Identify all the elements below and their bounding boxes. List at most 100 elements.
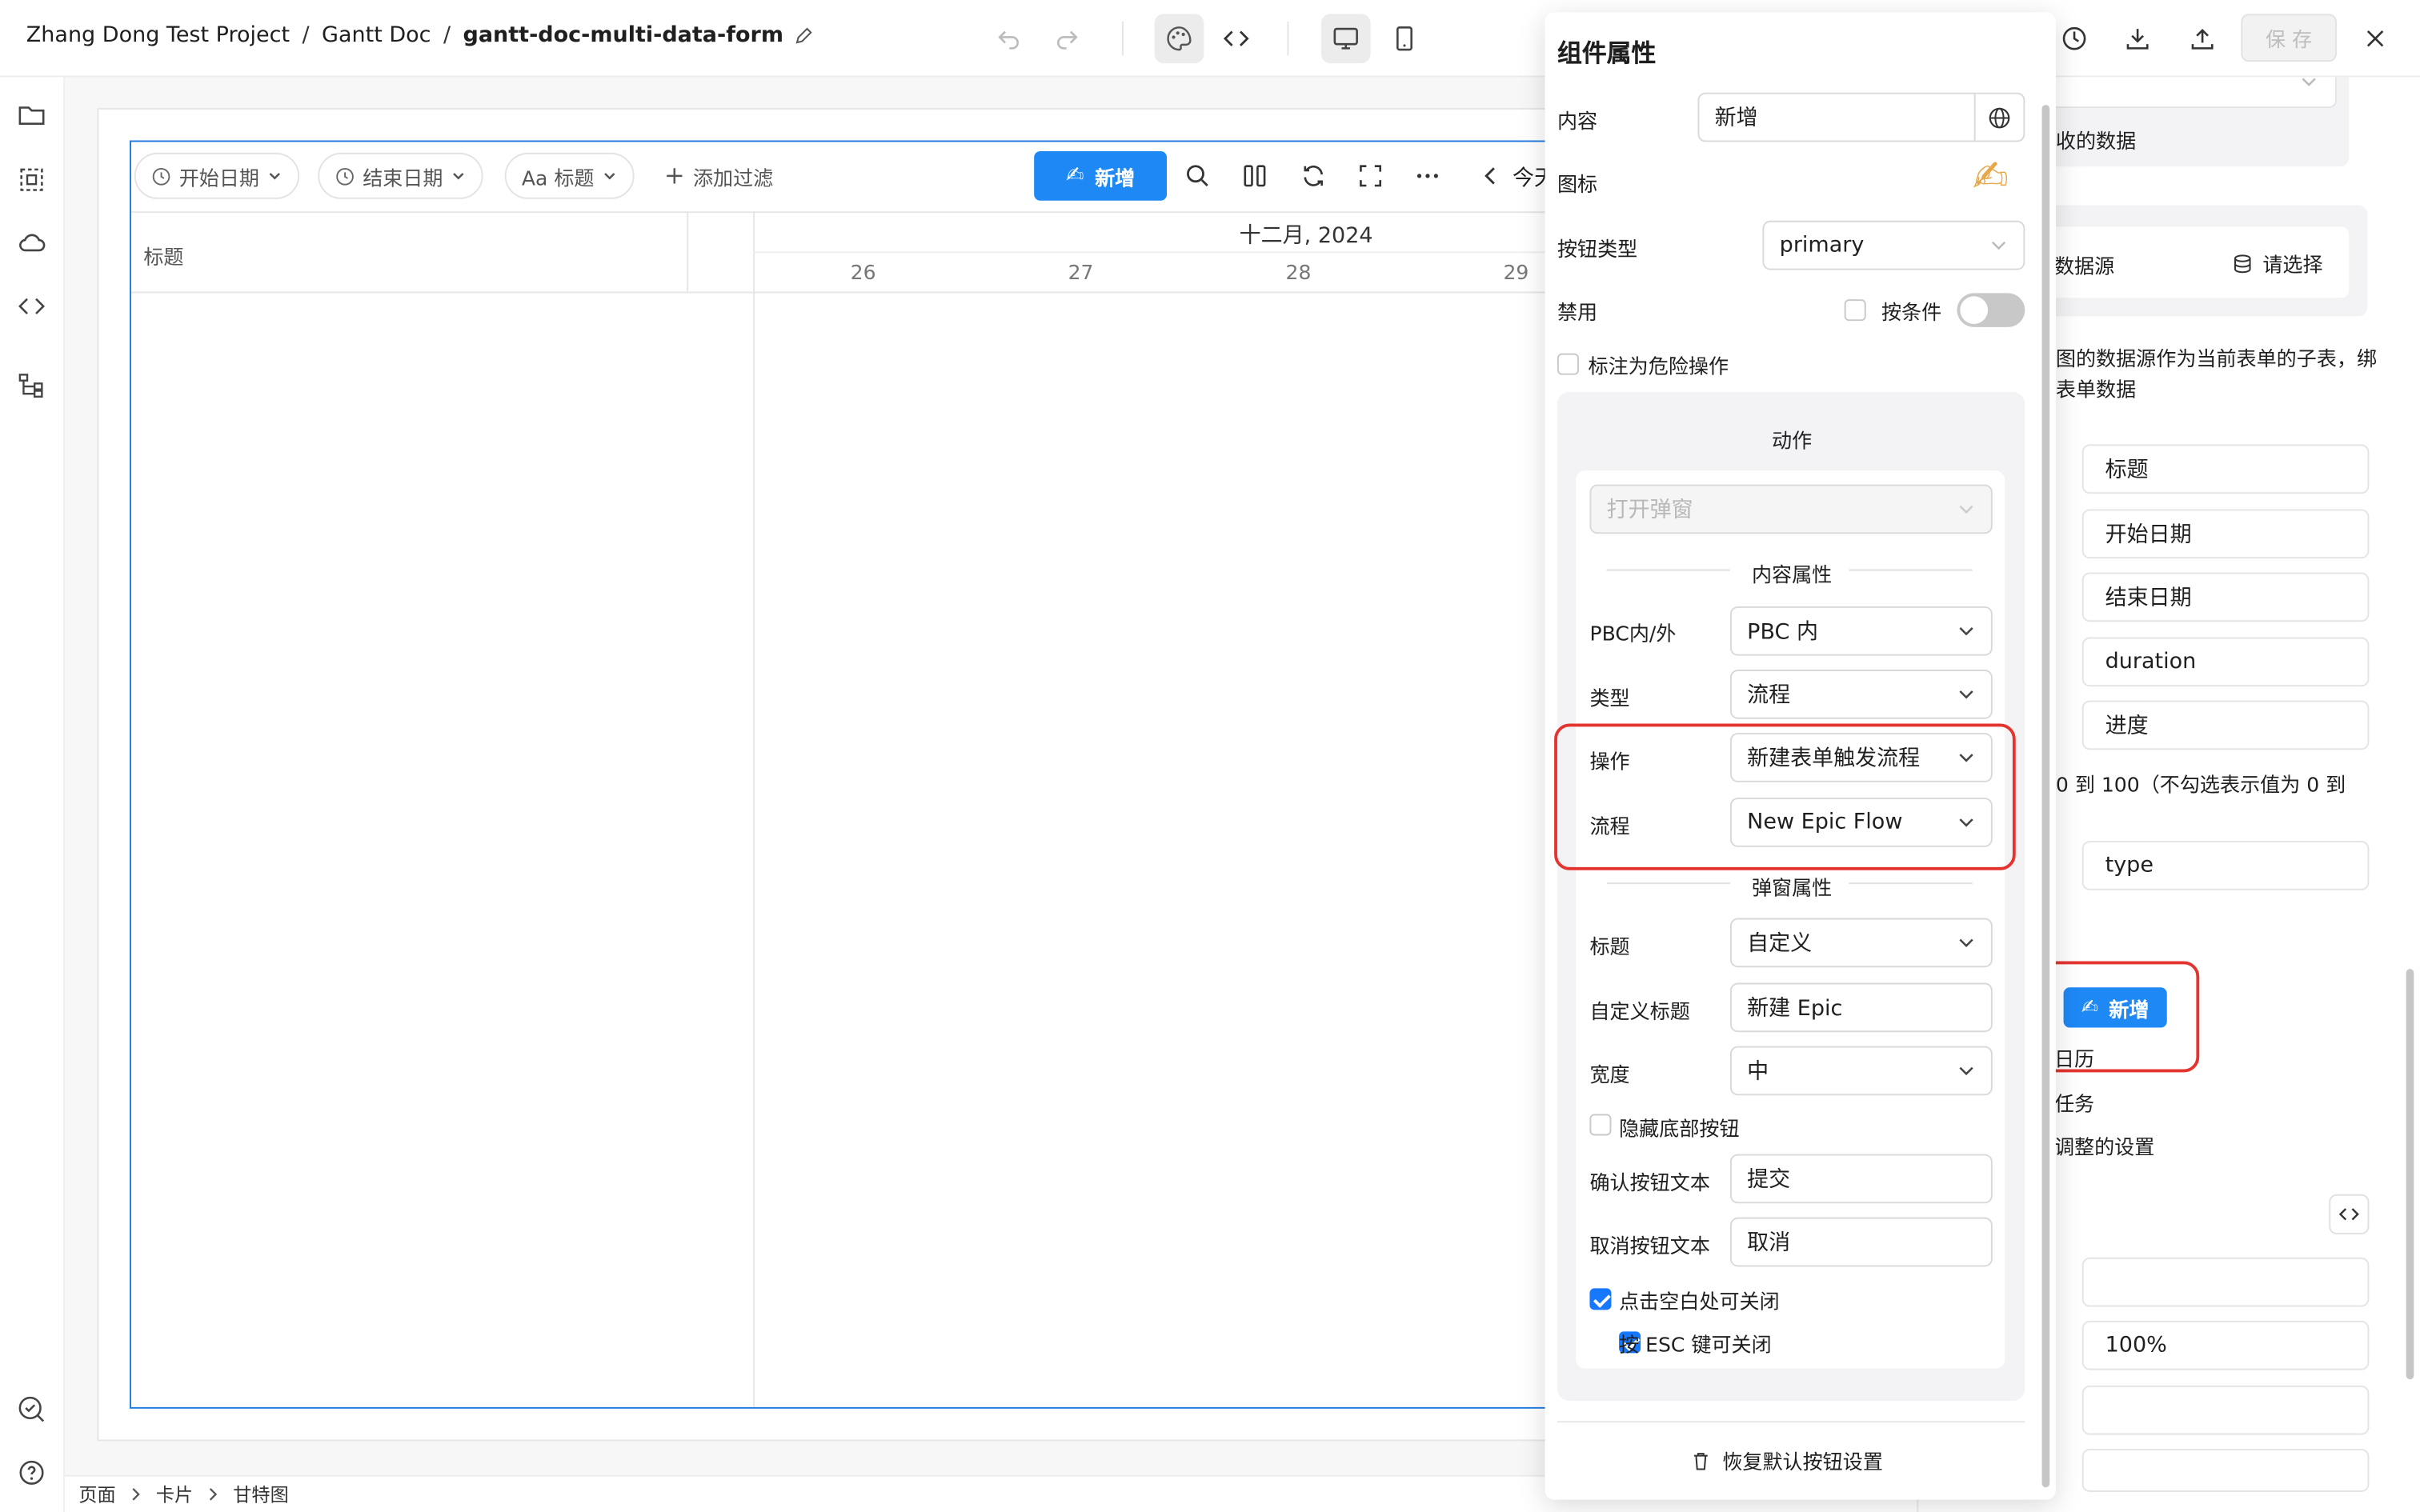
database-icon [2232,252,2254,274]
status-item[interactable]: 卡片 [156,1481,193,1507]
status-breadcrumb: 页面 卡片 甘特图 [78,1481,288,1507]
gantt-component[interactable]: 开始日期 结束日期 Aa 标题 添加过滤 ✍ 新增 今天 标题 十二月, 202… [130,140,1581,1409]
pbc-label: PBC内/外 [1589,623,1677,647]
more-icon[interactable] [1414,162,1442,190]
undo-icon[interactable] [988,17,1031,60]
filter-start-date[interactable]: 开始日期 [134,152,300,199]
content-input[interactable]: 新增 [1697,92,2025,142]
upload-icon[interactable] [2181,17,2224,60]
button-type-select[interactable]: primary [1762,220,2025,270]
divider [1606,569,1730,571]
popup-title-select[interactable]: 自定义 [1729,918,1993,968]
filter-end-date[interactable]: 结束日期 [318,152,483,199]
palette-icon[interactable] [1154,14,1204,64]
field-item[interactable]: 标题 [2081,444,2370,494]
workflow-icon[interactable] [17,370,46,400]
filter-title[interactable]: Aa 标题 [504,152,635,199]
datasource-select[interactable]: 请选择 [2232,249,2323,278]
columns-icon[interactable] [1241,162,1269,190]
edit-pencil-icon[interactable] [793,26,813,46]
breadcrumb-separator: / [443,22,451,48]
chevron-down-icon [451,168,466,183]
pbc-select[interactable]: PBC 内 [1729,606,1993,656]
button-type-label: 按钮类型 [1557,238,1638,262]
search-icon[interactable] [1184,162,1212,190]
divider [1557,1421,2025,1423]
writing-hand-icon[interactable]: ✍ [1973,154,2009,201]
folder-icon[interactable] [17,100,46,130]
new-button[interactable]: ✍ 新增 [1034,151,1168,201]
popup-title-value: 自定义 [1747,931,1813,957]
empty-field[interactable] [2081,1385,2370,1435]
check-search-icon[interactable] [17,1394,46,1424]
cloud-icon[interactable] [17,228,46,258]
select-area-icon[interactable] [17,165,46,194]
code-icon[interactable] [1215,17,1258,60]
empty-field[interactable] [2081,1257,2370,1307]
redo-icon[interactable] [1045,17,1088,60]
divider [1849,569,1973,571]
status-item[interactable]: 页面 [78,1481,115,1507]
chevron-down-icon [267,168,282,183]
add-filter-button[interactable]: 添加过滤 [665,153,773,199]
breadcrumb-project[interactable]: Zhang Dong Test Project [26,23,290,48]
field-item[interactable]: 结束日期 [2081,572,2370,622]
reset-label: 恢复默认按钮设置 [1722,1451,1883,1475]
code-icon[interactable] [17,292,46,322]
chevron-down-icon [1957,623,1975,638]
action-select[interactable]: 打开弹窗 [1589,484,1993,534]
cancel-text-value: 取消 [1747,1231,1791,1256]
custom-title-label: 自定义标题 [1589,1001,1690,1025]
component-properties-panel: 组件属性 内容 新增 图标 ✍ 按钮类型 primary 禁用 按条件 标注为危… [1545,12,2056,1500]
hide-footer-checkbox[interactable] [1589,1114,1612,1136]
collapsed-select[interactable] [2037,77,2337,109]
confirm-text-input[interactable]: 提交 [1729,1154,1993,1204]
option-adjust: 调整的设置 [2053,1137,2155,1161]
custom-title-input[interactable]: 新建 Epic [1729,982,1993,1033]
danger-checkbox[interactable] [1557,353,1579,375]
mask-close-checkbox[interactable] [1589,1288,1612,1310]
flow-select[interactable]: New Epic Flow [1729,798,1993,847]
status-item[interactable]: 甘特图 [233,1481,288,1507]
by-condition-checkbox[interactable] [1844,299,1866,322]
chevron-left-icon[interactable] [1483,166,1498,185]
chevron-down-icon [1957,814,1975,830]
filter-label: 结束日期 [363,167,443,191]
field-item[interactable]: 开始日期 [2081,509,2370,559]
fullscreen-icon[interactable] [1356,162,1384,190]
desktop-view-icon[interactable] [1320,14,1371,64]
download-icon[interactable] [2116,17,2159,60]
percent-field[interactable]: 100% [2081,1320,2370,1370]
history-icon[interactable] [2053,17,2096,60]
flow-label: 流程 [1589,816,1630,840]
cancel-text-input[interactable]: 取消 [1729,1217,1993,1267]
preview-new-button[interactable]: ✍ 新增 [2063,987,2167,1028]
scrollbar[interactable] [2041,105,2050,1488]
empty-field[interactable] [2081,1448,2370,1492]
button-type-value: primary [1779,233,1865,258]
danger-label: 标注为危险操作 [1588,356,1729,380]
writing-hand-icon: ✍ [1065,163,1084,189]
operation-select[interactable]: 新建表单触发流程 [1729,733,1993,782]
code-toggle-button[interactable] [2329,1194,2370,1234]
content-value: 新增 [1714,106,1758,131]
save-button[interactable]: 保 存 [2241,14,2337,62]
refresh-icon[interactable] [1300,162,1328,190]
help-icon[interactable] [17,1458,46,1488]
type-select[interactable]: 流程 [1729,670,1993,719]
clock-icon [335,166,355,186]
globe-icon[interactable] [1973,94,2024,141]
divider [1122,22,1124,56]
mobile-view-icon[interactable] [1383,17,1426,60]
type-field[interactable]: type [2081,841,2370,890]
divider [753,251,1579,254]
field-item[interactable]: duration [2081,637,2370,687]
reset-button[interactable]: 恢复默认按钮设置 [1690,1446,1883,1475]
close-icon[interactable] [2354,17,2397,60]
width-select[interactable]: 中 [1729,1046,1993,1096]
field-item[interactable]: 进度 [2081,700,2370,750]
breadcrumb-doc[interactable]: Gantt Doc [322,23,431,48]
trash-icon [1690,1450,1712,1471]
disabled-toggle[interactable] [1957,293,2025,327]
scrollbar[interactable] [2406,969,2414,1380]
